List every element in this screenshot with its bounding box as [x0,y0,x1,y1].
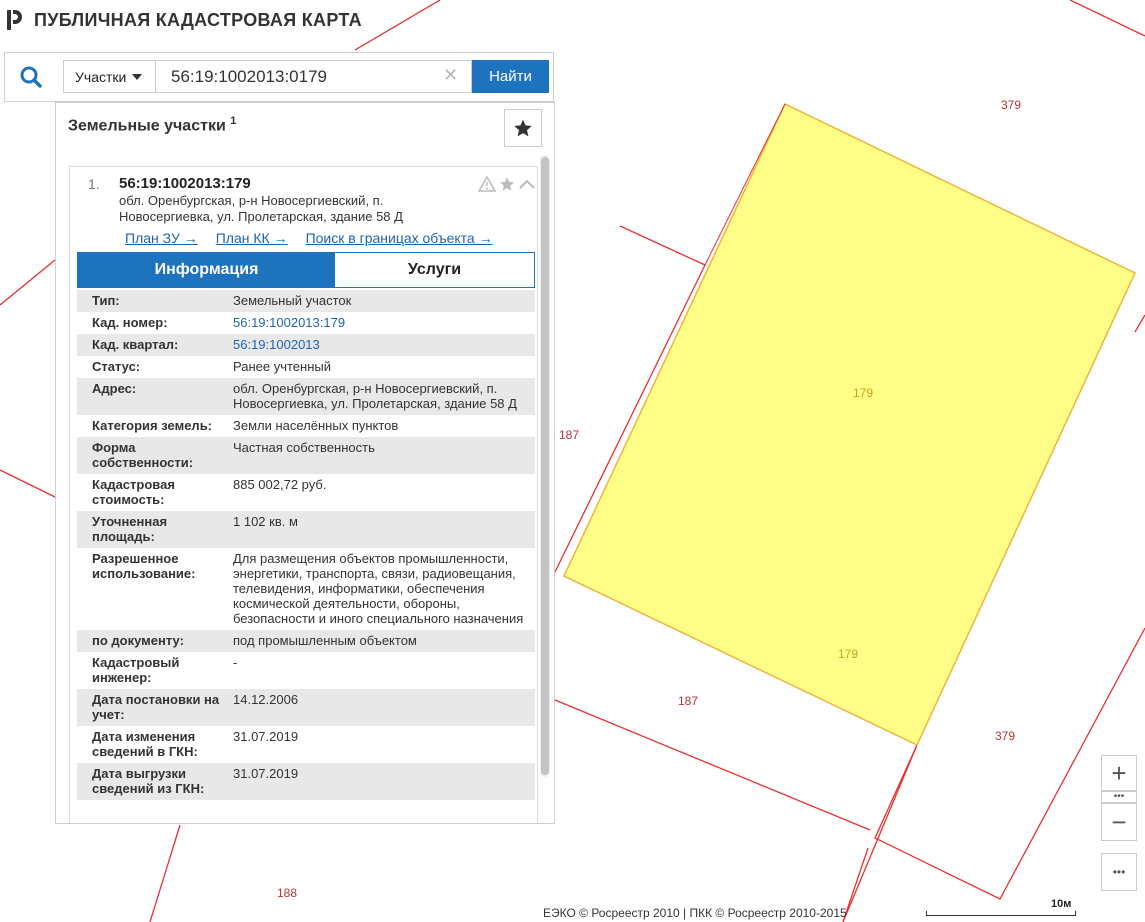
search-type-label: Участки [75,68,127,85]
panel-title-text: Земельные участки [68,117,226,135]
scale-bar [926,911,1076,916]
rosreestr-logo-icon [7,10,22,30]
property-value: под промышленным объектом [233,633,417,648]
property-row: Тип: Земельный участок [77,290,535,312]
property-label: Уточненная площадь: [92,514,168,544]
property-value[interactable]: 56:19:1002013:179 [227,315,535,330]
property-row: по документу: под промышленным объектом [77,630,535,652]
property-label: Статус: [92,359,141,374]
result-links: План ЗУ → План КК → Поиск в границах объ… [125,230,493,246]
results-panel: Земельные участки 1 1. 56:19:1002013:179… [55,102,555,824]
scale-label: 10м [1051,898,1072,910]
search-icon[interactable] [19,65,43,89]
tab-services[interactable]: Услуги [335,253,534,287]
clear-icon[interactable]: ✕ [443,65,458,86]
property-row: Разрешенное использование: Для размещения… [77,548,535,630]
property-label: Категория земель: [92,418,213,433]
plan-kk-link[interactable]: План КК → [216,230,288,246]
property-row: Категория земель: Земли населённых пункто… [77,415,535,437]
properties-table: Тип: Земельный участок Кад. номер: 56:19:10… [77,290,535,800]
property-label: Дата постановки на учет: [92,692,220,722]
property-value: - [233,655,238,670]
chevron-up-icon[interactable] [518,176,536,192]
property-label: по документу: [92,633,184,648]
zoom-in-button[interactable]: + [1101,755,1137,791]
copyright-text: ЕЭКО © Росреестр 2010 | ПКК © Росреестр … [543,906,847,920]
property-value: 885 002,72 руб. [233,477,327,492]
property-row: Адрес: обл. Оренбургская, р-н Новосергиев… [77,378,535,415]
property-label: Адрес: [92,381,137,396]
property-row: Уточненная площадь: 1 102 кв. м [77,511,535,548]
property-label: Кадастровая стоимость: [92,477,175,507]
plus-icon: + [1111,757,1127,788]
result-address: обл. Оренбургская, р-н Новосергиевский, … [119,193,403,224]
result-index: 1. [88,176,100,192]
property-value: Земельный участок [233,293,352,308]
property-label: Кадастровый инженер: [92,655,180,685]
property-value: Для размещения объектов промышленности, … [233,551,524,626]
more-button[interactable]: ••• [1101,853,1137,891]
property-value[interactable]: 56:19:1002013 [227,337,535,352]
minus-icon: − [1111,806,1127,837]
result-count: 1 [230,115,237,127]
parcel-label-188: 188 [277,886,298,900]
property-label: Разрешенное использование: [92,551,196,581]
property-row: Кад. квартал: 56:19:1002013 [77,334,535,356]
property-row: Кадастровый инженер: - [77,652,535,689]
caret-down-icon [132,73,143,80]
property-value: 14.12.2006 [233,692,299,707]
property-row: Статус: Ранее учтенный [77,356,535,378]
panel-title: Земельные участки 1 [68,115,236,135]
search-bar: Участки ✕ Найти [4,52,554,102]
search-in-bounds-link[interactable]: Поиск в границах объекта → [306,230,493,246]
parcel-label-379-top: 379 [1001,98,1022,112]
property-label: Дата выгрузки сведений из ГКН: [92,766,205,796]
favorites-button[interactable] [504,109,542,147]
property-row: Кад. номер: 56:19:1002013:179 [77,312,535,334]
property-value: 1 102 кв. м [233,514,298,529]
property-label: Кад. номер: [92,315,168,330]
property-label: Кад. квартал: [92,337,179,352]
property-value: Земли населённых пунктов [233,418,399,433]
property-value: Частная собственность [233,440,375,455]
property-label: Форма собственности: [92,440,194,470]
card-actions [478,176,536,192]
parcel-label-187-left: 187 [559,428,580,442]
dots-icon: ••• [1113,791,1125,802]
panel-scrollbar[interactable] [540,155,550,777]
parcel-label-179-bottom: 179 [838,647,859,661]
property-label: Тип: [92,293,120,308]
zoom-out-button[interactable]: − [1101,803,1137,841]
parcel-label-187-bottom: 187 [678,694,699,708]
search-input[interactable] [156,60,472,93]
property-row: Дата постановки на учет: 14.12.2006 [77,689,535,726]
result-card: 1. 56:19:1002013:179 обл. Оренбургская, … [69,166,538,823]
plan-zu-link[interactable]: План ЗУ → [125,230,198,246]
result-cad-number[interactable]: 56:19:1002013:179 [119,175,251,192]
star-icon [514,119,532,137]
app-header: ПУБЛИЧНАЯ КАДАСТРОВАЯ КАРТА [4,8,362,32]
parcel-label-179-center: 179 [853,386,874,400]
result-tabs: Информация Услуги [77,252,535,288]
property-value: 31.07.2019 [233,766,299,781]
star-icon[interactable] [498,176,516,192]
zoom-handle[interactable]: ••• [1101,791,1137,803]
search-type-dropdown[interactable]: Участки [63,60,156,93]
scrollbar-thumb[interactable] [541,157,549,775]
property-value: 31.07.2019 [233,729,299,744]
property-row: Форма собственности: Частная собственност… [77,437,535,474]
property-row: Дата выгрузки сведений из ГКН: 31.07.2019 [77,763,535,800]
parcel-label-379-bottom: 379 [995,729,1016,743]
more-dots-icon: ••• [1112,865,1126,879]
find-button[interactable]: Найти [472,60,549,93]
property-value: Ранее учтенный [233,359,331,374]
app-title: ПУБЛИЧНАЯ КАДАСТРОВАЯ КАРТА [34,9,362,30]
property-value: обл. Оренбургская, р-н Новосергиевский, … [233,381,517,411]
property-row: Дата изменения сведений в ГКН: 31.07.2019 [77,726,535,763]
warning-icon[interactable] [478,176,496,192]
tab-information[interactable]: Информация [78,253,335,287]
property-row: Кадастровая стоимость: 885 002,72 руб. [77,474,535,511]
property-label: Дата изменения сведений в ГКН: [92,729,198,759]
